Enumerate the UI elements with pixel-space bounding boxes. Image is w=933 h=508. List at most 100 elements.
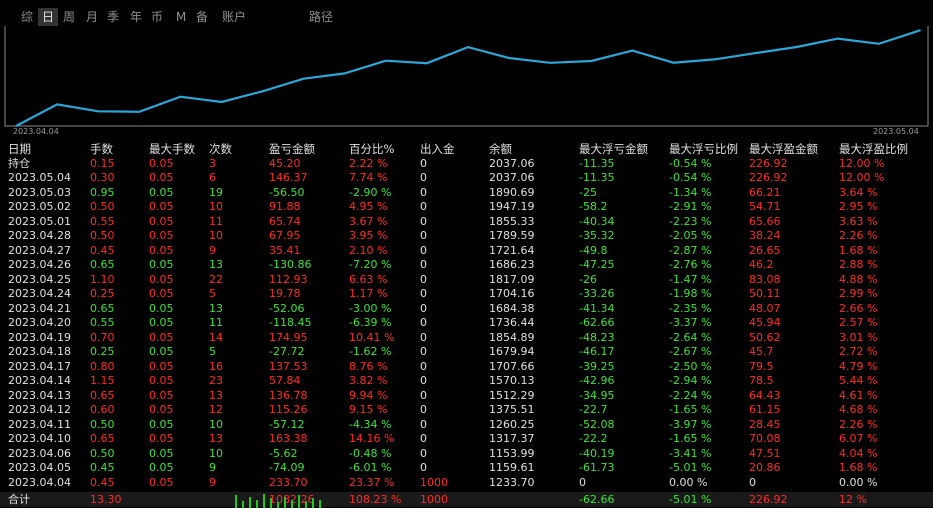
table-row[interactable]: 2023.04.18 0.25 0.05 5 -27.72 -1.62 % 0 1679.94… — [0, 345, 933, 360]
table-cell: 0.05 — [149, 301, 174, 315]
table-cell: 0 — [420, 461, 427, 474]
table-cell: 2023.05.02 — [8, 200, 71, 213]
tab-8[interactable]: 备 — [193, 8, 211, 26]
equity-point — [754, 52, 757, 54]
column-header[interactable]: 出入金 — [420, 142, 455, 157]
table-cell: 45.94 — [749, 316, 781, 329]
table-cell: 0.05 — [149, 330, 174, 344]
table-row[interactable]: 2023.04.12 0.60 0.05 12 115.26 9.15 % 0 1375.51… — [0, 403, 933, 418]
chart-end-date: 2023.05.04 — [873, 127, 919, 136]
table-cell: 0.65 — [90, 258, 115, 271]
table-cell: 0 — [420, 374, 427, 387]
table-cell: 2023.04.20 — [8, 316, 71, 329]
column-header[interactable]: 次数 — [209, 142, 232, 157]
table-cell: 0.80 — [90, 359, 115, 373]
table-row[interactable]: 持仓 0.15 0.05 3 45.20 2.22 % 0 2037.06 -11.35 -0.5… — [0, 157, 933, 172]
column-header[interactable]: 最大浮盈比例 — [839, 142, 908, 157]
table-row[interactable]: 2023.04.10 0.65 0.05 13 163.38 14.16 % 0 1317.3… — [0, 432, 933, 447]
table-cell: 0 — [420, 185, 427, 199]
tab-6[interactable]: 币 — [148, 8, 166, 26]
equity-point — [795, 46, 798, 48]
table-cell: -11.35 — [579, 171, 615, 184]
table-row[interactable]: 2023.04.28 0.50 0.05 10 67.95 3.95 % 0 1789.59 -… — [0, 229, 933, 244]
table-cell: 6.07 % — [839, 432, 878, 445]
table-cell: 66.21 — [749, 185, 781, 199]
table-cell: 1153.99 — [489, 446, 535, 460]
table-cell: -48.23 — [579, 330, 615, 344]
equity-point — [919, 29, 921, 32]
column-header[interactable]: 日期 — [8, 142, 31, 157]
table-cell: 174.95 — [269, 330, 308, 344]
table-cell: -3.37 % — [669, 316, 712, 329]
table-cell: 0 — [420, 345, 427, 358]
table-row[interactable]: 2023.04.27 0.45 0.05 9 35.41 2.10 % 0 1721.64 -4… — [0, 244, 933, 259]
table-cell: 2023.04.27 — [8, 243, 71, 257]
table-cell: 57.84 — [269, 374, 301, 387]
tab-3[interactable]: 月 — [83, 8, 101, 26]
tab-10[interactable]: 路径 — [307, 8, 335, 26]
column-header[interactable]: 最大浮亏比例 — [669, 142, 738, 157]
table-row[interactable]: 2023.04.21 0.65 0.05 13 -52.06 -3.00 % 0 1684.3… — [0, 302, 933, 317]
table-cell: 1.15 — [90, 374, 115, 387]
table-row[interactable]: 2023.04.04 0.45 0.05 9 233.70 23.37 % 1000 1233… — [0, 476, 933, 491]
column-header[interactable]: 余额 — [489, 142, 512, 157]
table-cell: 2023.04.04 — [8, 475, 71, 489]
table-cell: 9 — [209, 461, 216, 474]
column-header[interactable]: 盈亏金额 — [269, 142, 315, 157]
table-cell: 0 — [749, 475, 756, 489]
table-cell: 2.72 % — [839, 345, 878, 358]
volume-bars — [235, 494, 325, 508]
table-row[interactable]: 2023.04.20 0.55 0.05 11 -118.45 -6.39 % 0 1736.… — [0, 316, 933, 331]
table-cell: 0.50 — [90, 446, 115, 460]
table-row[interactable]: 2023.04.11 0.50 0.05 10 -57.12 -4.34 % 0 1260.2… — [0, 418, 933, 433]
table-cell: 1890.69 — [489, 185, 535, 199]
table-row[interactable]: 2023.05.03 0.95 0.05 19 -56.50 -2.90 % 0 1890.6… — [0, 186, 933, 201]
column-header[interactable]: 百分比% — [349, 142, 394, 157]
table-cell: 1686.23 — [489, 258, 535, 271]
tab-5[interactable]: 年 — [127, 8, 145, 26]
table-cell: -2.23 % — [669, 214, 712, 228]
equity-point — [97, 110, 99, 113]
table-row[interactable]: 2023.04.13 0.65 0.05 13 136.78 9.94 % 0 1512.29… — [0, 389, 933, 404]
tab-2[interactable]: 周 — [60, 8, 78, 26]
tab-0[interactable]: 综 — [17, 8, 37, 26]
tab-1[interactable]: 日 — [38, 8, 58, 26]
tab-9[interactable]: 账户 — [219, 8, 249, 26]
table-row[interactable]: 2023.04.14 1.15 0.05 23 57.84 3.82 % 0 1570.13 -… — [0, 374, 933, 389]
daily-statistics-table: 日期 手数 最大手数 次数 盈亏金额 百分比% 出入金 余额 最大浮亏金额 最大浮亏比例 最大浮盈金… — [0, 142, 933, 507]
equity-point — [385, 59, 387, 62]
table-row[interactable]: 2023.04.17 0.80 0.05 16 137.53 8.76 % 0 1707.66… — [0, 360, 933, 375]
table-row[interactable]: 2023.05.01 0.55 0.05 11 65.74 3.67 % 0 1855.33 -… — [0, 215, 933, 230]
table-cell: 1947.19 — [489, 200, 535, 213]
table-cell: 1512.29 — [489, 388, 535, 402]
equity-point — [837, 37, 839, 40]
table-cell: -1.62 % — [349, 345, 392, 358]
column-header[interactable]: 最大浮亏金额 — [579, 142, 648, 157]
table-cell: 9 — [209, 243, 216, 257]
table-cell: 233.70 — [269, 475, 308, 489]
table-cell: 1854.89 — [489, 330, 535, 344]
column-header[interactable]: 手数 — [90, 142, 113, 157]
table-row[interactable]: 2023.04.24 0.25 0.05 5 19.78 1.17 % 0 1704.16 -3… — [0, 287, 933, 302]
table-row[interactable]: 2023.04.19 0.70 0.05 14 174.95 10.41 % 0 1854.8… — [0, 331, 933, 346]
column-header[interactable]: 最大浮盈金额 — [749, 142, 818, 157]
table-row[interactable]: 2023.05.02 0.50 0.05 10 91.88 4.95 % 0 1947.19 -… — [0, 200, 933, 215]
table-cell: 0.05 — [149, 417, 174, 431]
tab-7[interactable]: M — [174, 8, 188, 26]
table-row[interactable]: 2023.05.04 0.30 0.05 6 146.37 7.74 % 0 2037.06 -… — [0, 171, 933, 186]
table-cell: 2023.04.13 — [8, 388, 71, 402]
table-cell: 4.04 % — [839, 446, 878, 460]
table-cell: 38.24 — [749, 229, 781, 242]
table-row[interactable]: 2023.04.06 0.50 0.05 10 -5.62 -0.48 % 0 1153.99… — [0, 447, 933, 462]
table-row[interactable]: 2023.04.05 0.45 0.05 9 -74.09 -6.01 % 0 1159.61… — [0, 461, 933, 476]
table-row[interactable]: 2023.04.26 0.65 0.05 13 -130.86 -7.20 % 0 1686.… — [0, 258, 933, 273]
table-row[interactable]: 2023.04.25 1.10 0.05 22 112.93 6.63 % 0 1817.09… — [0, 273, 933, 288]
table-cell: 22 — [209, 272, 223, 286]
table-cell: 28.45 — [749, 417, 781, 431]
equity-line-chart — [4, 26, 929, 127]
column-header[interactable]: 最大手数 — [149, 142, 195, 157]
table-cell: -2.67 % — [669, 345, 712, 358]
table-cell: 5 — [209, 345, 216, 358]
table-cell: 0 — [420, 359, 427, 373]
tab-4[interactable]: 季 — [104, 8, 122, 26]
